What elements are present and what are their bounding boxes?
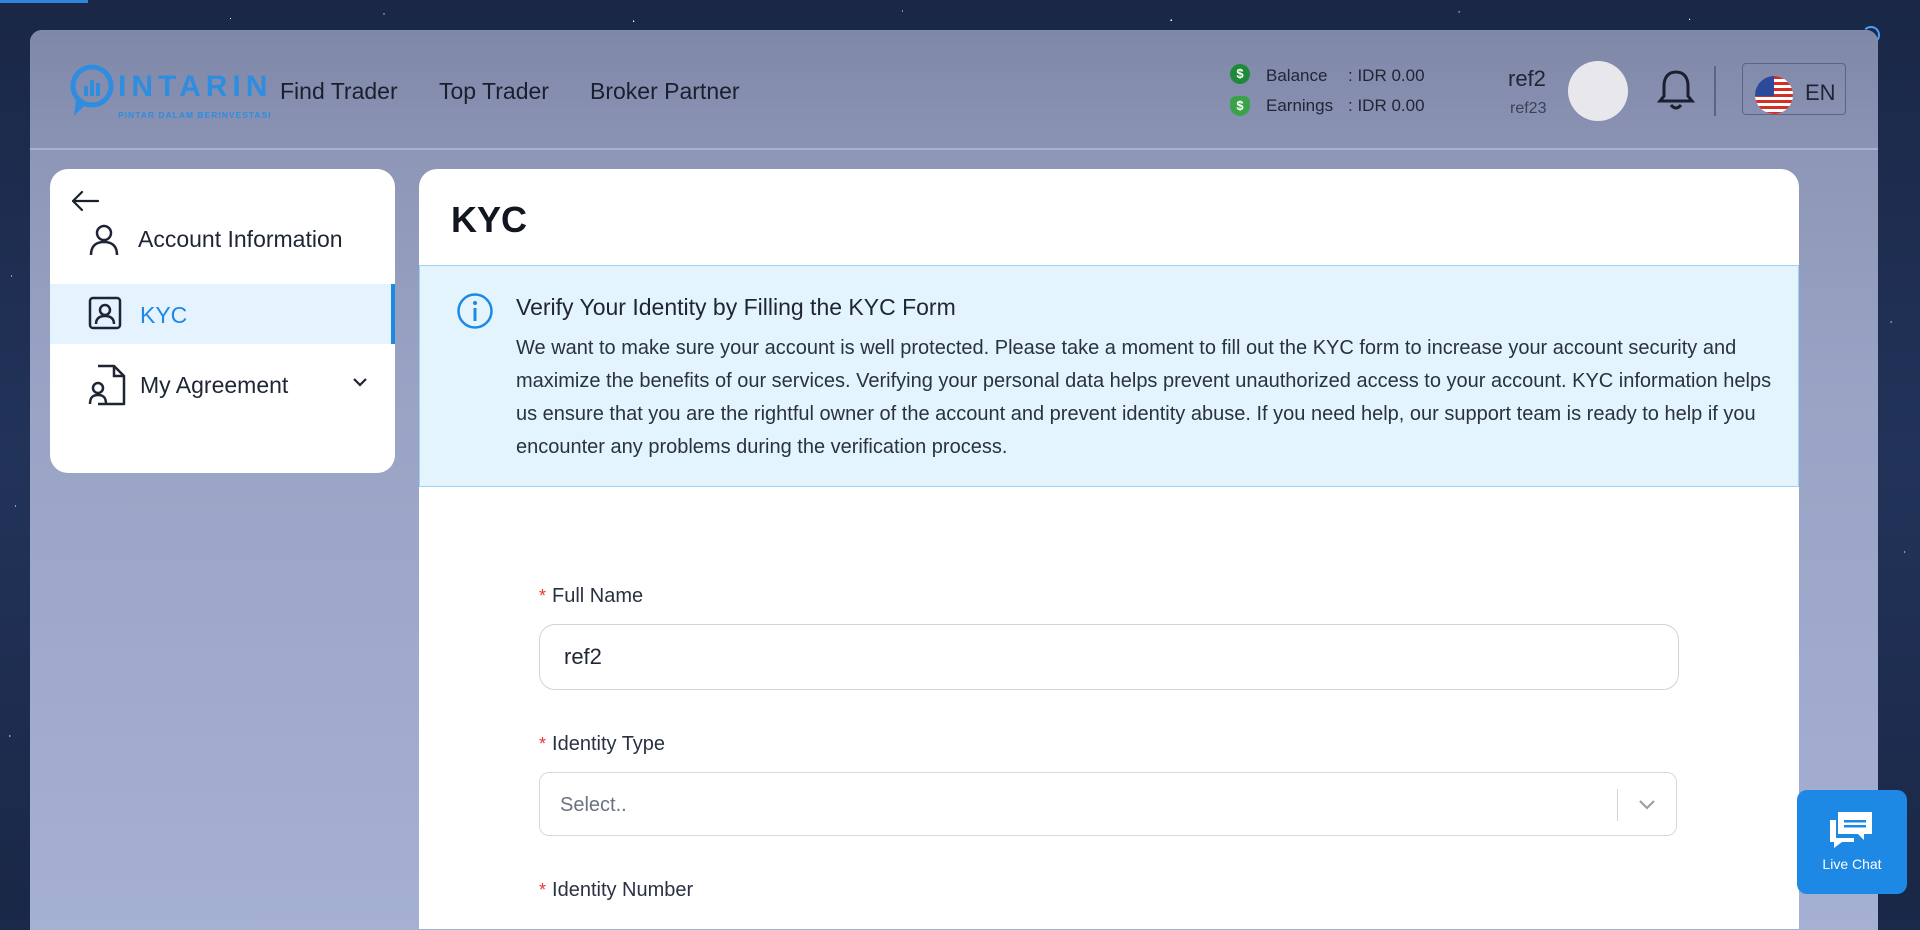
sidebar-item-label: KYC [140,302,188,328]
identity-type-select[interactable]: Select.. [539,772,1677,836]
page-title: KYC [451,199,528,240]
logo-tagline: PINTAR DALAM BERINVESTASI [118,110,272,120]
required-mark: * [539,734,547,754]
full-name-label-text: Full Name [552,585,644,607]
live-chat-button[interactable]: Live Chat [1797,790,1907,894]
identity-type-placeholder: Select.. [560,794,627,816]
full-name-input[interactable] [539,624,1679,690]
select-separator [1617,789,1618,821]
required-mark: * [539,880,547,900]
nav-broker-partner[interactable]: Broker Partner [590,78,740,105]
us-flag-icon [1755,76,1793,114]
alert-title: Verify Your Identity by Filling the KYC … [516,294,956,320]
sidebar-item-label: My Agreement [140,372,289,398]
document-user-icon [88,364,126,406]
header-divider [1714,66,1716,116]
identity-number-label: * Identity Number [539,879,693,902]
sidebar-item-kyc[interactable]: KYC [50,284,395,344]
money-bag-icon: $ [1230,96,1250,116]
language-code: EN [1805,80,1836,105]
earnings-label: Earnings [1266,96,1334,115]
header: INTARIN PINTAR DALAM BERINVESTASI Find T… [30,30,1878,150]
kyc-info-alert: Verify Your Identity by Filling the KYC … [419,265,1799,487]
info-icon [457,293,493,329]
bell-icon[interactable] [1656,68,1696,112]
nav-find-trader[interactable]: Find Trader [280,78,398,105]
alert-body: We want to make sure your account is wel… [516,337,1772,458]
sidebar-item-label: Account Information [138,226,343,252]
sidebar-item-my-agreement[interactable]: My Agreement [50,356,395,416]
sidebar-item-account-information[interactable]: Account Information [50,209,395,269]
balance-value: : IDR 0.00 [1348,66,1425,85]
id-card-icon [88,296,122,330]
identity-type-label-text: Identity Type [552,733,666,755]
language-selector[interactable]: EN [1742,63,1846,115]
user-display-name: ref2 [1508,66,1546,91]
balance-label: Balance [1266,66,1328,85]
full-name-label: * Full Name [539,585,643,608]
identity-number-label-text: Identity Number [552,879,694,901]
logo-mark-icon [70,64,114,116]
required-mark: * [539,586,547,606]
dollar-icon: $ [1230,64,1250,84]
chat-bubbles-icon [1830,812,1872,848]
identity-type-label: * Identity Type [539,733,665,756]
user-icon [89,224,119,256]
live-chat-label: Live Chat [1822,856,1882,872]
user-username: ref23 [1510,100,1547,117]
logo-text: INTARIN [118,70,273,103]
chevron-down-icon[interactable] [1636,793,1658,815]
avatar[interactable] [1568,61,1628,121]
top-progress-bar [0,0,88,3]
logo[interactable]: INTARIN PINTAR DALAM BERINVESTASI [70,62,271,120]
nav-top-trader[interactable]: Top Trader [439,78,549,105]
sidebar: Account Information KYC My Agreement [50,169,395,473]
earnings-value: : IDR 0.00 [1348,96,1425,115]
kyc-panel: KYC Verify Your Identity by Filling the … [419,169,1799,929]
chevron-down-icon[interactable] [352,376,368,388]
